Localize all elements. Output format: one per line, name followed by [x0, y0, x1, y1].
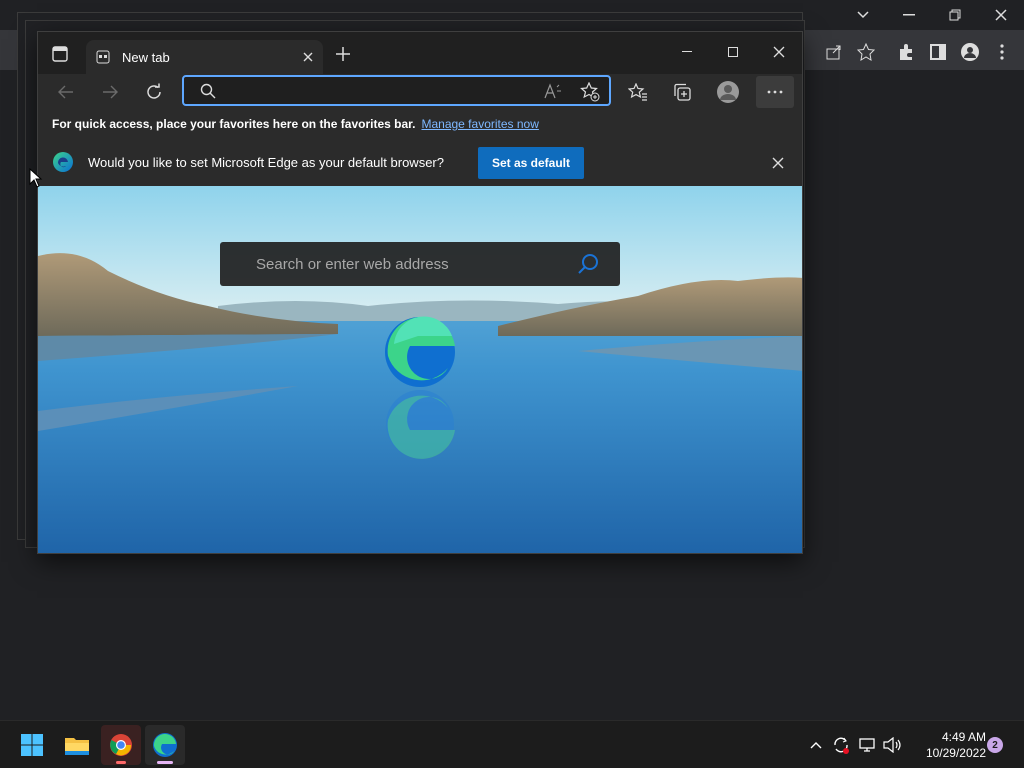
infobar-message: Would you like to set Microsoft Edge as … [88, 154, 444, 170]
address-input[interactable] [224, 77, 524, 104]
clock-time: 4:49 AM [941, 730, 986, 744]
tab-title: New tab [122, 49, 170, 65]
bookmark-star-icon[interactable] [854, 40, 878, 64]
file-explorer-icon [65, 738, 89, 755]
running-indicator [116, 761, 126, 764]
edge-icon [153, 733, 177, 757]
start-button[interactable] [12, 725, 52, 765]
mouse-cursor-icon [29, 168, 43, 188]
refresh-icon[interactable] [138, 76, 170, 108]
system-clock[interactable]: 4:49 AM 10/29/2022 [906, 729, 986, 761]
minimize-icon[interactable] [886, 0, 932, 30]
settings-more-icon[interactable] [756, 76, 794, 108]
taskbar: 4:49 AM 10/29/2022 2 [0, 720, 1024, 768]
maximize-icon[interactable] [710, 32, 756, 72]
favorites-bar-hint: For quick access, place your favorites h… [52, 117, 416, 131]
forward-icon[interactable] [94, 76, 126, 108]
search-icon [200, 83, 216, 99]
close-tab-icon[interactable] [303, 52, 313, 62]
share-icon[interactable] [822, 40, 846, 64]
tab-actions-icon[interactable] [52, 46, 68, 67]
file-explorer-button[interactable] [57, 725, 97, 765]
volume-icon[interactable] [883, 735, 903, 755]
edge-button[interactable] [145, 725, 185, 765]
web-search-box[interactable]: Search or enter web address [220, 242, 620, 286]
side-panel-icon[interactable] [926, 40, 950, 64]
chrome-button[interactable] [101, 725, 141, 765]
add-favorite-icon[interactable] [580, 82, 600, 102]
sync-icon[interactable] [831, 735, 851, 755]
chevron-up-icon[interactable] [806, 735, 826, 755]
new-tab-icon[interactable] [335, 46, 351, 67]
search-icon[interactable] [576, 252, 600, 276]
collections-icon[interactable] [666, 76, 698, 108]
new-tab-page-icon [96, 50, 110, 64]
tab-search-icon[interactable] [840, 0, 886, 30]
edge-toolbar [38, 74, 802, 110]
manage-favorites-link[interactable]: Manage favorites now [421, 117, 538, 131]
tab-new-tab[interactable]: New tab [86, 40, 323, 74]
default-browser-infobar: Would you like to set Microsoft Edge as … [38, 138, 802, 186]
close-icon[interactable] [756, 32, 802, 72]
active-indicator [157, 761, 173, 764]
network-icon[interactable] [858, 735, 878, 755]
edge-logo-icon [53, 152, 73, 172]
back-icon[interactable] [50, 76, 82, 108]
address-bar[interactable] [182, 75, 611, 106]
favorites-bar: For quick access, place your favorites h… [38, 110, 802, 138]
minimize-icon[interactable] [664, 32, 710, 72]
dismiss-infobar-icon[interactable] [772, 156, 784, 174]
new-tab-page: Search or enter web address [38, 186, 802, 553]
clock-date: 10/29/2022 [925, 746, 986, 760]
profile-icon[interactable] [958, 40, 982, 64]
set-as-default-button[interactable]: Set as default [478, 147, 584, 179]
read-aloud-icon[interactable] [544, 83, 562, 99]
extensions-icon[interactable] [894, 40, 918, 64]
profile-avatar[interactable] [712, 76, 744, 108]
edge-titlebar: New tab [38, 32, 802, 74]
more-menu-icon[interactable] [990, 40, 1014, 64]
chrome-icon [110, 734, 132, 756]
close-icon[interactable] [978, 0, 1024, 30]
restore-icon[interactable] [932, 0, 978, 30]
favorites-icon[interactable] [622, 76, 654, 108]
search-placeholder: Search or enter web address [256, 256, 449, 273]
notification-badge[interactable]: 2 [987, 737, 1003, 753]
edge-window: New tab For quick access, place your fav… [37, 31, 803, 554]
windows-start-icon [21, 734, 43, 756]
